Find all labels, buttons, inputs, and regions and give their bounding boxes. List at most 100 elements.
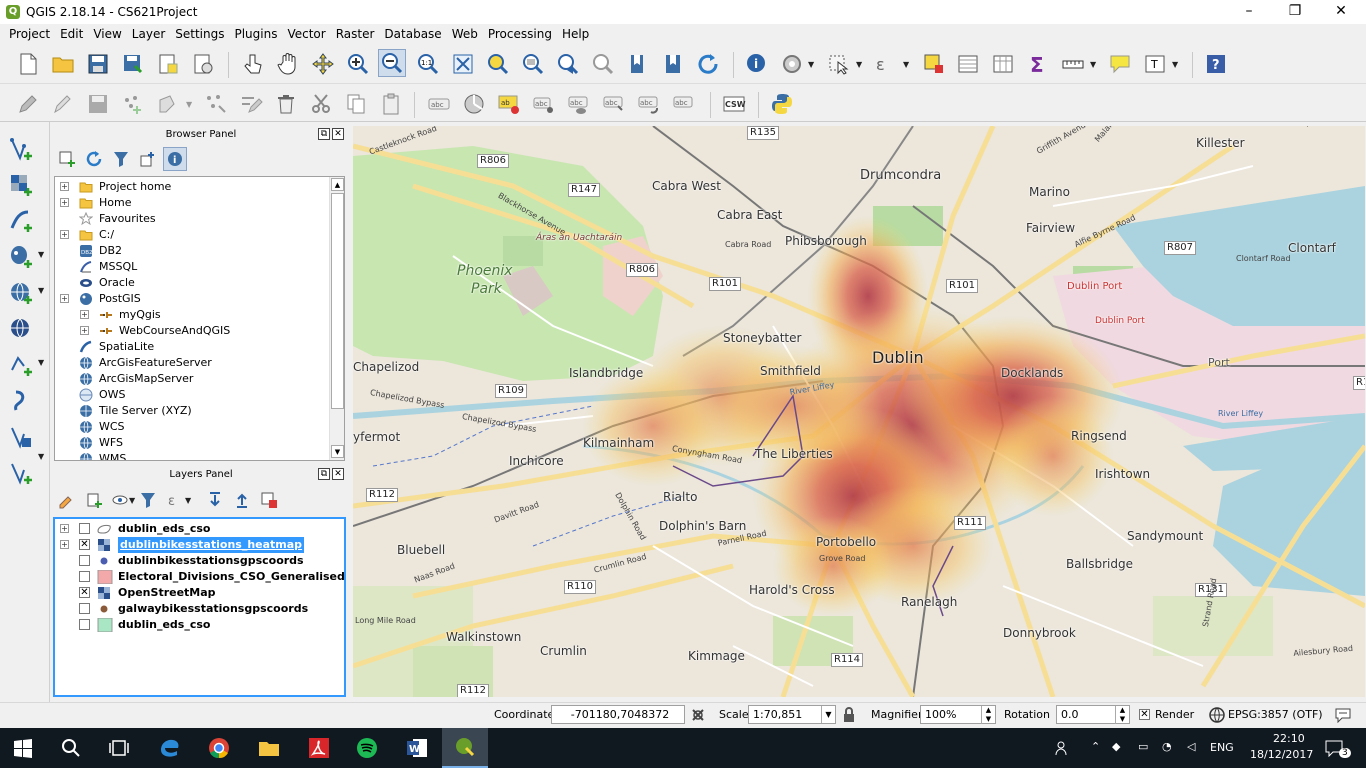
open-attribute-table-icon[interactable] — [954, 50, 982, 78]
new-layer-icon[interactable] — [6, 458, 36, 488]
zoom-last-icon[interactable] — [554, 50, 582, 78]
chevron-down-icon[interactable]: ▼ — [186, 100, 192, 109]
layer-item[interactable]: galwaybikesstationsgpscoords — [55, 601, 344, 617]
layer-diagram-icon[interactable] — [460, 90, 488, 118]
layer-visibility-checkbox[interactable] — [79, 523, 90, 534]
expand-icon[interactable]: + — [60, 230, 69, 239]
add-wfs-layer-icon[interactable] — [6, 314, 36, 344]
show-hidden-icons-icon[interactable]: ⌃ — [1091, 740, 1100, 753]
expand-icon[interactable]: + — [60, 540, 69, 549]
float-panel-icon[interactable]: ⧉ — [318, 468, 330, 480]
help-icon[interactable]: ? — [1202, 50, 1230, 78]
dropbox-icon[interactable]: ◆ — [1112, 740, 1120, 753]
layer-visibility-checkbox[interactable] — [79, 571, 90, 582]
crs-globe-icon[interactable] — [1209, 707, 1225, 723]
close-panel-icon[interactable]: ✕ — [332, 468, 344, 480]
layer-item[interactable]: + dublin_eds_cso — [55, 521, 344, 537]
menu-raster[interactable]: Raster — [331, 24, 380, 44]
chevron-down-icon[interactable]: ▼ — [903, 60, 909, 69]
layer-visibility-checkbox[interactable] — [79, 619, 90, 630]
collapse-all-icon[interactable] — [136, 147, 160, 171]
enable-properties-icon[interactable]: i — [163, 147, 187, 171]
chevron-down-icon[interactable]: ▼ — [129, 496, 135, 505]
open-layer-styling-icon[interactable] — [55, 488, 79, 512]
cut-features-icon[interactable] — [307, 90, 335, 118]
expand-icon[interactable]: + — [80, 326, 89, 335]
browser-scrollbar[interactable]: ▲ ▼ — [329, 177, 344, 460]
expand-icon[interactable]: + — [60, 182, 69, 191]
clock-date[interactable]: 18/12/2017 — [1250, 748, 1313, 761]
layer-item[interactable]: dublin_eds_cso — [55, 617, 344, 633]
zoom-full-icon[interactable] — [449, 50, 477, 78]
add-spatialite-layer-icon[interactable] — [6, 206, 36, 236]
menu-web[interactable]: Web — [447, 24, 483, 44]
chevron-down-icon[interactable]: ▼ — [38, 452, 44, 461]
add-selected-layers-icon[interactable] — [55, 147, 79, 171]
label-toolbar-icon[interactable]: abc — [425, 90, 453, 118]
browser-item[interactable]: DB2 DB2 — [55, 243, 327, 259]
delete-selected-icon[interactable] — [272, 90, 300, 118]
menu-view[interactable]: View — [88, 24, 126, 44]
chevron-down-icon[interactable]: ▼ — [808, 60, 814, 69]
layer-item[interactable]: Electoral_Divisions_CSO_Generalised... — [55, 569, 344, 585]
browser-item[interactable]: + PostGIS — [55, 291, 327, 307]
browser-item[interactable]: WCS — [55, 419, 327, 435]
text-annotation-icon[interactable]: T — [1141, 50, 1169, 78]
browser-item[interactable]: OWS — [55, 387, 327, 403]
map-canvas[interactable]: Killester Drumcondra Cabra West Marino Cabra… — [353, 126, 1365, 697]
save-project-icon[interactable] — [84, 50, 112, 78]
filter-legend-icon[interactable] — [136, 488, 160, 512]
copy-features-icon[interactable] — [342, 90, 370, 118]
composer-manager-icon[interactable] — [189, 50, 217, 78]
menu-help[interactable]: Help — [557, 24, 594, 44]
node-tool-icon[interactable] — [202, 90, 230, 118]
add-feature-icon[interactable] — [119, 90, 147, 118]
open-project-icon[interactable] — [49, 50, 77, 78]
new-project-icon[interactable] — [14, 50, 42, 78]
browser-item[interactable]: + WebCourseAndQGIS — [55, 323, 327, 339]
chevron-down-icon[interactable]: ▼ — [856, 60, 862, 69]
rotation-spinner[interactable]: ▲ ▼ — [1115, 706, 1129, 724]
toggle-editing-icon[interactable] — [48, 90, 76, 118]
menu-plugins[interactable]: Plugins — [229, 24, 282, 44]
magnifier-spinner[interactable]: ▲ ▼ — [981, 706, 995, 724]
browser-item[interactable]: ArcGisFeatureServer — [55, 355, 327, 371]
select-by-expression-icon[interactable]: ε — [871, 50, 899, 78]
current-edits-icon[interactable] — [14, 90, 42, 118]
layer-visibility-checkbox[interactable]: ✕ — [79, 587, 90, 598]
coordinate-field[interactable]: -701180,7048372 — [551, 705, 685, 724]
move-feature-icon[interactable] — [154, 90, 182, 118]
browser-item[interactable]: Favourites — [55, 211, 327, 227]
deselect-all-icon[interactable] — [920, 50, 948, 78]
expand-icon[interactable]: + — [60, 198, 69, 207]
browser-item[interactable]: + Project home — [55, 179, 327, 195]
lock-scale-icon[interactable] — [842, 707, 856, 723]
new-print-composer-icon[interactable] — [154, 50, 182, 78]
add-wms-layer-icon[interactable] — [6, 278, 36, 308]
browser-item[interactable]: MSSQL — [55, 259, 327, 275]
add-delimited-text-layer-icon[interactable] — [6, 350, 36, 380]
new-bookmark-icon[interactable] — [624, 50, 652, 78]
show-hide-labels-icon[interactable]: abc — [565, 90, 593, 118]
filter-by-expression-icon[interactable]: ε — [163, 488, 187, 512]
zoom-in-icon[interactable] — [344, 50, 372, 78]
pan-to-selection-icon[interactable] — [309, 50, 337, 78]
battery-icon[interactable]: ▭ — [1138, 740, 1148, 753]
browser-item[interactable]: Tile Server (XYZ) — [55, 403, 327, 419]
edit-attributes-icon[interactable] — [237, 90, 265, 118]
layer-item[interactable]: dublinbikesstationsgpscoords — [55, 553, 344, 569]
chevron-down-icon[interactable]: ▼ — [1172, 60, 1178, 69]
menu-vector[interactable]: Vector — [282, 24, 330, 44]
zoom-native-icon[interactable]: 1:1 — [414, 50, 442, 78]
qgis-taskbar-icon[interactable] — [442, 728, 488, 768]
highlight-pinned-labels-icon[interactable]: ab — [495, 90, 523, 118]
people-icon[interactable] — [1054, 740, 1072, 756]
browser-item[interactable]: WMS — [55, 451, 327, 460]
browser-item[interactable]: Oracle — [55, 275, 327, 291]
expand-all-icon[interactable] — [203, 488, 227, 512]
rotate-label-icon[interactable]: abc — [635, 90, 663, 118]
add-postgis-layer-icon[interactable] — [6, 242, 36, 272]
menu-layer[interactable]: Layer — [127, 24, 170, 44]
clock-time[interactable]: 22:10 — [1273, 732, 1305, 745]
zoom-next-icon[interactable] — [589, 50, 617, 78]
